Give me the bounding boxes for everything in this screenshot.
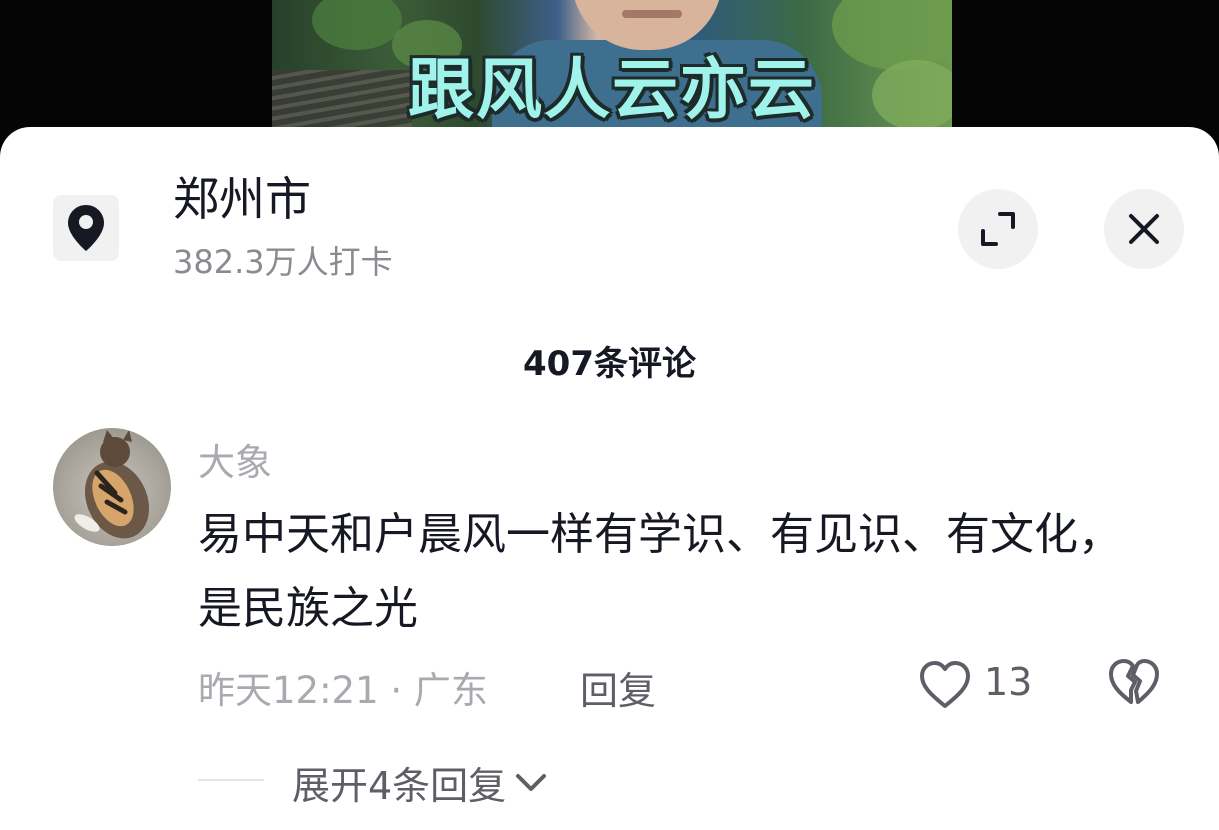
expand-replies-label: 展开4条回复 (292, 764, 507, 808)
person-mouth (622, 10, 682, 18)
expand-button[interactable] (958, 189, 1038, 269)
chevron-down-icon (516, 773, 547, 791)
location-pin-icon (68, 205, 104, 251)
expand-replies-button[interactable]: 展开4条回复 (292, 755, 548, 810)
close-icon (1129, 214, 1159, 244)
location-icon-box[interactable] (53, 195, 119, 261)
close-button[interactable] (1104, 189, 1184, 269)
like-button[interactable] (918, 656, 972, 714)
dislike-button[interactable] (1107, 658, 1161, 712)
comment-meta: 昨天12:21 · 广东 (198, 669, 488, 712)
location-title[interactable]: 郑州市 (173, 172, 311, 227)
comment-count-title: 407条评论 (523, 344, 696, 384)
cat-avatar-image (74, 430, 150, 539)
broken-heart-icon (1109, 659, 1159, 704)
avatar[interactable] (53, 428, 171, 546)
video-caption: 跟风人云亦云 (408, 51, 816, 128)
comment-username[interactable]: 大象 (198, 432, 272, 486)
like-count: 13 (984, 660, 1033, 704)
heart-icon (920, 661, 970, 708)
comment-text: 易中天和户晨风一样有学识、有见识、有文化，是民族之光 (198, 509, 1122, 634)
location-checkin-count: 382.3万人打卡 (173, 243, 393, 281)
reply-button[interactable]: 回复 (580, 660, 656, 715)
reply-thread-divider (198, 779, 264, 781)
video-preview[interactable]: 跟风人云亦云 (0, 0, 1219, 140)
expand-icon (981, 212, 1015, 246)
video-frame: 跟风人云亦云 (272, 0, 952, 140)
